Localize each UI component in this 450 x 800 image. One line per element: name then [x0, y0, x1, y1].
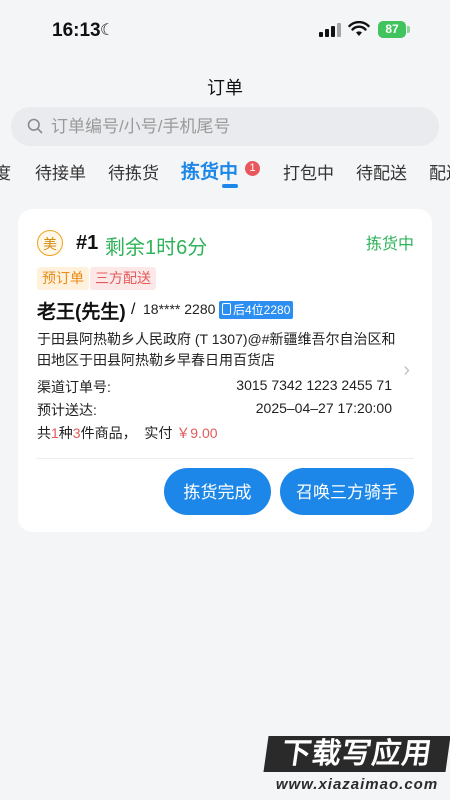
- order-summary: 共1种3件商品， 实付 ￥9.00: [37, 425, 218, 441]
- paid-amount: ￥9.00: [176, 425, 218, 441]
- tag-preorder: 预订单: [37, 267, 89, 290]
- customer-name: 老王(先生): [37, 302, 126, 323]
- tab-partial-left[interactable]: 度: [0, 159, 11, 184]
- delivery-time-value: 2025–04–27 17:20:00: [255, 400, 392, 416]
- search-icon: [27, 118, 43, 134]
- channel-order-label: 渠道订单号:: [37, 379, 111, 395]
- chevron-right-icon[interactable]: ›: [403, 359, 410, 382]
- site-watermark-logo: 下载写应用 www.xiazaimao.com: [263, 736, 450, 796]
- delivery-address: 于田县阿热勒乡人民政府 (T 1307)@#新疆维吾尔自治区和田地区于田县阿热勒…: [37, 331, 396, 368]
- active-tab-indicator: [222, 184, 238, 188]
- remaining-time: 剩余1时6分: [105, 237, 208, 259]
- phone-icon: [222, 303, 231, 315]
- tab-pending-pick[interactable]: 待拣货: [108, 159, 159, 184]
- kinds-count: 1: [51, 425, 59, 441]
- paid-label: 实付: [144, 425, 173, 441]
- tab-pending-delivery[interactable]: 待配送: [356, 159, 407, 184]
- battery-tip: [407, 26, 410, 33]
- order-card[interactable]: 美 #1 剩余1时6分 拣货中 预订单 三方配送 老王(先生) / 18****…: [18, 209, 432, 532]
- delivery-time-label: 预计送达:: [37, 402, 97, 418]
- search-input[interactable]: [51, 107, 421, 146]
- tab-delivering[interactable]: 配送: [429, 159, 450, 184]
- customer-phone[interactable]: 18**** 2280: [143, 301, 215, 317]
- order-status: 拣货中: [365, 236, 414, 253]
- pick-complete-button[interactable]: 拣货完成: [164, 468, 271, 515]
- items-count: 3: [72, 425, 81, 441]
- watermark-url: www.xiazaimao.com: [275, 776, 439, 793]
- order-number: #1: [76, 232, 99, 254]
- search-bar[interactable]: [11, 107, 439, 146]
- phone-tail-badge: 后4位2280: [219, 301, 294, 319]
- tab-picking[interactable]: 拣货中: [181, 157, 238, 184]
- moon-icon: ☾: [100, 22, 115, 39]
- tab-picking-badge: 1: [245, 161, 260, 176]
- call-third-party-rider-button[interactable]: 召唤三方骑手: [280, 468, 414, 515]
- battery-icon: 87: [378, 21, 406, 38]
- tab-packing[interactable]: 打包中: [283, 159, 334, 184]
- phone-tail-text: 后4位2280: [233, 303, 291, 317]
- name-phone-separator: /: [131, 301, 136, 318]
- status-time: 16:13: [52, 20, 101, 41]
- watermark-main: 下载写应用: [263, 736, 450, 772]
- card-divider: [36, 458, 414, 459]
- platform-badge-icon: 美: [37, 230, 63, 256]
- status-bar: 16:13 ☾ 87: [0, 0, 450, 60]
- tab-pending-accept[interactable]: 待接单: [35, 159, 86, 184]
- page-title: 订单: [207, 78, 243, 98]
- cellular-signal-icon: [319, 23, 343, 37]
- tag-third-party-delivery: 三方配送: [90, 267, 156, 290]
- channel-order-value: 3015 7342 1223 2455 71: [236, 377, 392, 393]
- wifi-icon: [348, 21, 370, 36]
